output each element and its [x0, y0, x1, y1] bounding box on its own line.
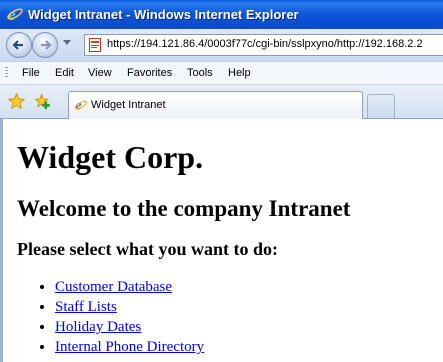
list-item: Holiday Dates — [55, 317, 204, 337]
tab-label: Widget Intranet — [91, 99, 166, 111]
navigation-bar: https://194.121.86.4/0003f77c/cgi-bin/ss… — [0, 29, 443, 61]
address-url[interactable]: https://194.121.86.4/0003f77c/cgi-bin/ss… — [107, 38, 423, 50]
toolbar-grip[interactable] — [5, 67, 8, 79]
list-item: Internal Phone Directory — [55, 337, 204, 357]
page-heading: Widget Corp. — [17, 139, 204, 175]
staff-lists-link[interactable]: Staff Lists — [55, 299, 117, 315]
action-link-list: Customer Database Staff Lists Holiday Da… — [17, 277, 204, 357]
favorites-star-icon[interactable] — [8, 93, 25, 110]
list-item: Customer Database — [55, 277, 204, 297]
window-title: Widget Intranet - Windows Internet Explo… — [28, 7, 299, 22]
page-icon — [89, 38, 101, 52]
back-button[interactable] — [6, 32, 32, 58]
address-bar[interactable]: https://194.121.86.4/0003f77c/cgi-bin/ss… — [84, 34, 443, 56]
page-prompt: Please select what you want to do: — [17, 239, 278, 259]
internal-phone-directory-link[interactable]: Internal Phone Directory — [55, 339, 204, 355]
list-item: Staff Lists — [55, 297, 204, 317]
menu-file[interactable]: File — [22, 67, 40, 79]
menu-edit[interactable]: Edit — [55, 67, 74, 79]
add-to-favorites-icon[interactable] — [34, 93, 51, 110]
forward-button[interactable] — [32, 32, 58, 58]
customer-database-link[interactable]: Customer Database — [55, 279, 172, 295]
menu-tools[interactable]: Tools — [187, 67, 213, 79]
internet-explorer-icon: e — [74, 98, 88, 112]
forward-arrow-icon — [41, 40, 52, 50]
tab-bar: e Widget Intranet — [0, 85, 443, 119]
holiday-dates-link[interactable]: Holiday Dates — [55, 319, 141, 335]
internet-explorer-icon: e — [7, 5, 23, 23]
menu-view[interactable]: View — [88, 67, 112, 79]
menu-help[interactable]: Help — [228, 67, 251, 79]
back-arrow-icon — [12, 40, 23, 50]
tab-widget-intranet[interactable]: e Widget Intranet — [68, 91, 363, 119]
new-tab-button[interactable] — [367, 94, 395, 118]
page-content: Widget Corp. Welcome to the company Intr… — [0, 119, 443, 362]
page-subheading: Welcome to the company Intranet — [17, 196, 351, 221]
window-title-bar[interactable]: e Widget Intranet - Windows Internet Exp… — [0, 0, 443, 29]
menu-bar: File Edit View Favorites Tools Help — [0, 61, 443, 85]
menu-favorites[interactable]: Favorites — [127, 67, 172, 79]
recent-pages-dropdown[interactable] — [63, 40, 71, 45]
